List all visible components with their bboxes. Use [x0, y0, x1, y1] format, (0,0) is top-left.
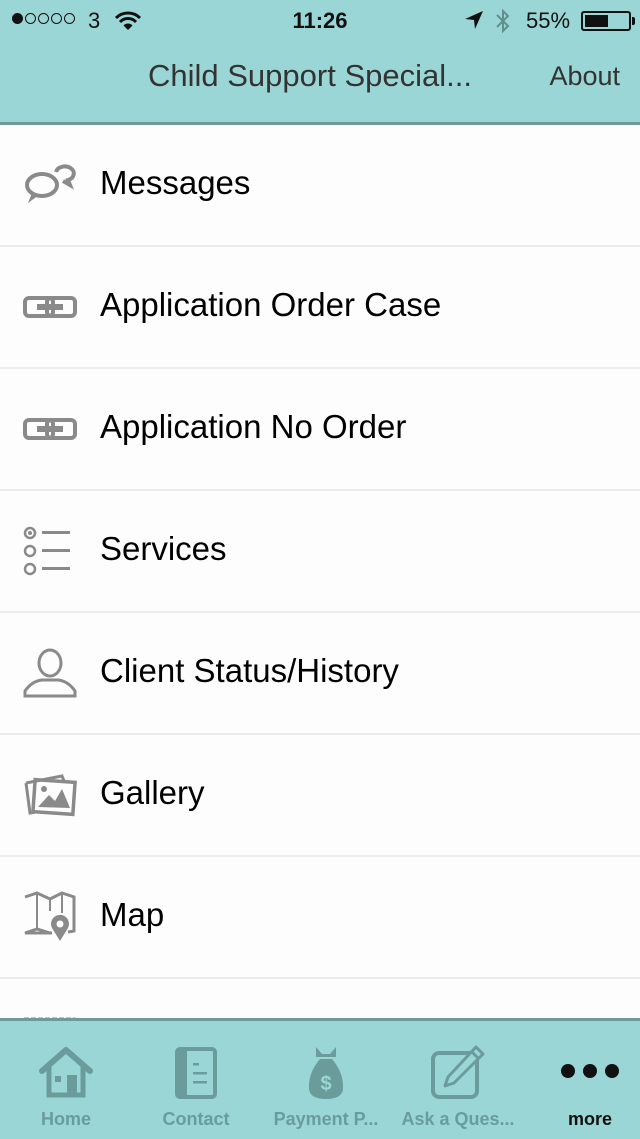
tab-payment[interactable]: $ Payment P...	[262, 1021, 390, 1139]
menu-item-label: Gallery	[100, 774, 205, 811]
battery-percent: 55%	[526, 8, 571, 33]
menu-item-label: Services	[100, 530, 227, 567]
edit-pencil-icon	[394, 1043, 522, 1103]
menu-item-label: Messages	[100, 164, 251, 201]
tab-home[interactable]: Home	[2, 1021, 130, 1139]
svg-text:$: $	[320, 1073, 331, 1095]
menu-item-client-status-history[interactable]: Client Status/History	[0, 613, 640, 735]
bluetooth-icon	[494, 8, 512, 39]
tab-label: Ask a Ques...	[401, 1109, 515, 1129]
status-bar: 3 11:26 55%	[0, 0, 640, 42]
tab-contact[interactable]: Contact	[132, 1021, 260, 1139]
gallery-icon	[22, 767, 78, 823]
money-bag-icon: $	[262, 1043, 390, 1103]
page-title: Child Support Special...	[148, 58, 472, 93]
menu-item-application-no-order[interactable]: Application No Order	[0, 369, 640, 491]
tab-bar: Home Contact $ Payment P... Ask a Ques..…	[0, 1018, 640, 1139]
menu-item-label: Client Status/History	[100, 652, 399, 689]
link-icon	[22, 401, 78, 457]
link-icon	[22, 279, 78, 335]
tab-label: Contact	[162, 1109, 230, 1129]
tab-ask-question[interactable]: Ask a Ques...	[394, 1021, 522, 1139]
user-icon	[22, 645, 78, 701]
menu-item-gallery[interactable]: Gallery	[0, 735, 640, 857]
menu-item-map[interactable]: Map	[0, 857, 640, 979]
contact-book-icon	[132, 1043, 260, 1103]
tab-label: more	[567, 1109, 612, 1129]
header: 3 11:26 55% Child Support Special... Abo…	[0, 0, 640, 125]
home-icon	[2, 1043, 130, 1103]
menu-item-application-order-case[interactable]: Application Order Case	[0, 247, 640, 369]
menu-list: Messages Application Order Case Applicat…	[0, 125, 640, 1101]
chat-bubbles-icon	[22, 157, 78, 213]
tab-label: Payment P...	[273, 1109, 379, 1129]
map-icon	[22, 889, 78, 945]
location-arrow-icon	[464, 10, 484, 35]
menu-item-messages[interactable]: Messages	[0, 125, 640, 247]
tab-label: Home	[40, 1109, 91, 1129]
menu-item-services[interactable]: Services	[0, 491, 640, 613]
battery-icon	[581, 11, 631, 31]
menu-item-label: Application No Order	[100, 408, 407, 445]
list-icon	[22, 523, 78, 579]
battery-tip	[632, 17, 635, 25]
menu-item-label: Application Order Case	[100, 286, 442, 323]
more-dots-icon	[526, 1041, 640, 1101]
about-button[interactable]: About	[549, 61, 620, 92]
tab-more[interactable]: more	[526, 1021, 640, 1139]
menu-item-label: Map	[100, 896, 165, 933]
